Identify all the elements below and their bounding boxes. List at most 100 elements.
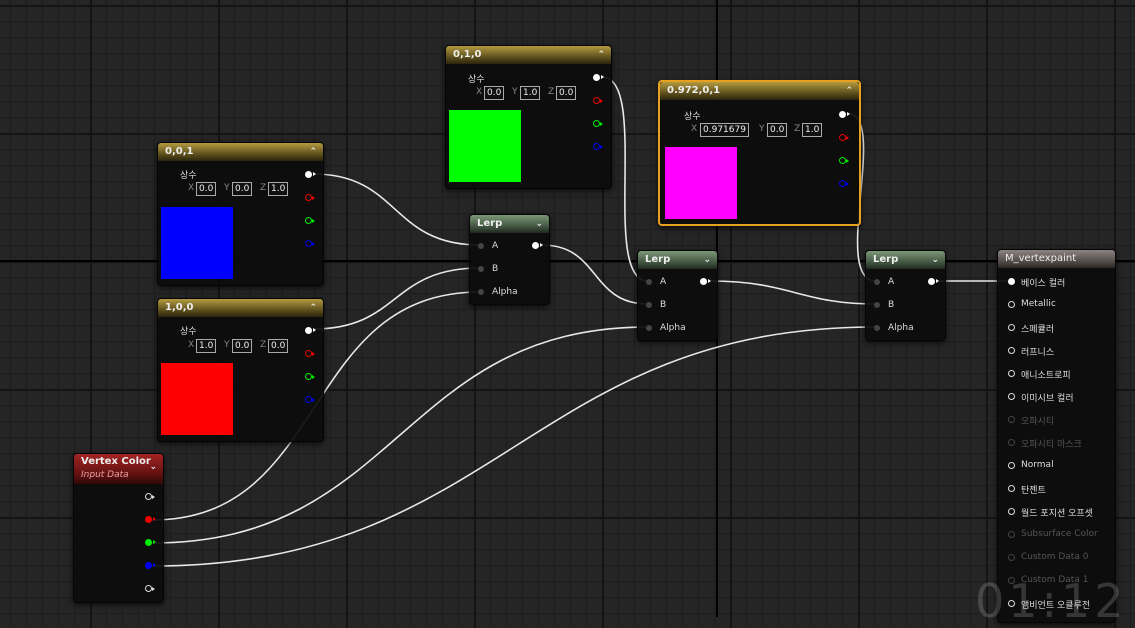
material-input-pin[interactable] — [1008, 485, 1015, 492]
material-input-pin[interactable] — [1008, 324, 1015, 331]
node-header[interactable]: Lerp ⌄ — [638, 251, 717, 269]
node-header[interactable]: 1,0,0 ⌃ — [158, 299, 323, 317]
node-title: Lerp — [477, 218, 503, 229]
output-pin[interactable] — [700, 278, 711, 285]
input-label-b: B — [888, 300, 895, 310]
collapse-chevron-icon[interactable]: ⌃ — [309, 299, 317, 317]
material-input-pin[interactable] — [1008, 416, 1015, 423]
node-header[interactable]: 0,0,1 ⌃ — [158, 143, 323, 161]
output-pin[interactable] — [532, 242, 543, 249]
z-value-field[interactable]: 1.0 — [268, 182, 289, 196]
output-pin-blue[interactable] — [305, 396, 315, 403]
y-label: Y — [224, 183, 230, 193]
output-pin-red[interactable] — [305, 350, 315, 357]
material-input-label: 베이스 컬러 — [1021, 279, 1066, 289]
output-pin-rgb[interactable] — [145, 493, 155, 500]
collapse-chevron-icon[interactable]: ⌄ — [535, 215, 543, 233]
material-input-pin[interactable] — [1008, 278, 1015, 285]
z-label: Z — [548, 87, 555, 97]
output-pin-rgb[interactable] — [305, 171, 316, 178]
node-header[interactable]: Vertex Color Input Data ⌄ — [74, 454, 163, 484]
constant-node-0-0-1[interactable]: 0,0,1 ⌃ 상수 X 0.0 Y 0.0 Z 1.0 — [157, 142, 324, 286]
output-pin-green[interactable] — [839, 157, 849, 164]
output-pin[interactable] — [928, 278, 939, 285]
color-swatch — [449, 110, 521, 182]
output-pin-green[interactable] — [305, 373, 315, 380]
lerp-node-2[interactable]: Lerp ⌄ A B Alpha — [637, 250, 718, 341]
output-pin-alpha[interactable] — [145, 585, 155, 592]
input-pin-alpha[interactable] — [478, 289, 484, 295]
output-pin-red[interactable] — [305, 194, 315, 201]
node-header[interactable]: Lerp ⌄ — [470, 215, 549, 233]
output-pin-red[interactable] — [593, 97, 603, 104]
y-value-field[interactable]: 1.0 — [520, 86, 541, 100]
material-input-label: Metallic — [1021, 299, 1056, 309]
material-input-pin[interactable] — [1008, 370, 1015, 377]
x-label: X — [188, 340, 195, 350]
input-label-a: A — [888, 277, 895, 287]
collapse-chevron-icon[interactable]: ⌄ — [703, 251, 711, 269]
z-value-field[interactable]: 0.0 — [556, 86, 577, 100]
color-swatch — [161, 207, 233, 279]
x-value-field[interactable]: 1.0 — [196, 339, 217, 353]
collapse-chevron-icon[interactable]: ⌄ — [149, 459, 157, 475]
material-result-node[interactable]: M_vertexpaint 베이스 컬러 Metallic 스페큘러 러프니스 애니소트… — [997, 249, 1116, 623]
material-input-pin[interactable] — [1008, 347, 1015, 354]
output-pin-green[interactable] — [305, 217, 315, 224]
material-input-pin[interactable] — [1008, 508, 1015, 515]
x-value-field[interactable]: 0.971679 — [700, 123, 749, 137]
material-input-label: Custom Data 0 — [1021, 552, 1089, 562]
input-pin-b[interactable] — [646, 302, 652, 308]
node-header[interactable]: M_vertexpaint — [998, 250, 1115, 268]
output-pin-rgb[interactable] — [305, 327, 316, 334]
collapse-chevron-icon[interactable]: ⌃ — [309, 143, 317, 161]
x-value-field[interactable]: 0.0 — [484, 86, 505, 100]
constant-node-0-972-0-1[interactable]: 0.972,0,1 ⌃ 상수 X 0.971679 Y 0.0 Z 1.0 — [658, 80, 861, 226]
y-value-field[interactable]: 0.0 — [232, 339, 253, 353]
material-input-pin[interactable] — [1008, 439, 1015, 446]
material-input-pin[interactable] — [1008, 462, 1015, 469]
x-value-field[interactable]: 0.0 — [196, 182, 217, 196]
output-pin-blue[interactable] — [305, 240, 315, 247]
input-pin-alpha[interactable] — [646, 325, 652, 331]
material-input-pin[interactable] — [1008, 393, 1015, 400]
output-pin-rgb[interactable] — [593, 74, 604, 81]
material-input-label: 오파시티 마스크 — [1021, 440, 1082, 450]
collapse-chevron-icon[interactable]: ⌄ — [931, 251, 939, 269]
z-value-field[interactable]: 1.0 — [802, 123, 823, 137]
node-header[interactable]: Lerp ⌄ — [866, 251, 945, 269]
input-pin-a[interactable] — [478, 243, 484, 249]
z-value-field[interactable]: 0.0 — [268, 339, 289, 353]
output-pin-red[interactable] — [839, 134, 849, 141]
input-pin-alpha[interactable] — [874, 325, 880, 331]
output-pin-green[interactable] — [593, 120, 603, 127]
collapse-chevron-icon[interactable]: ⌃ — [597, 46, 605, 64]
input-label-a: A — [660, 277, 667, 287]
input-pin-b[interactable] — [478, 266, 484, 272]
output-pin-blue[interactable] — [593, 143, 603, 150]
y-value-field[interactable]: 0.0 — [767, 123, 788, 137]
y-value-field[interactable]: 0.0 — [232, 182, 253, 196]
output-pin-blue[interactable] — [145, 562, 156, 569]
constant-node-1-0-0[interactable]: 1,0,0 ⌃ 상수 X 1.0 Y 0.0 Z 0.0 — [157, 298, 324, 442]
input-pin-a[interactable] — [874, 279, 880, 285]
node-header[interactable]: 0.972,0,1 ⌃ — [660, 82, 859, 100]
constant-node-0-1-0[interactable]: 0,1,0 ⌃ 상수 X 0.0 Y 1.0 Z 0.0 — [445, 45, 612, 189]
output-pin-red[interactable] — [145, 516, 156, 523]
material-input-pin[interactable] — [1008, 531, 1015, 538]
lerp-node-1[interactable]: Lerp ⌄ A B Alpha — [469, 214, 550, 305]
material-input-label: 이미시브 컬러 — [1021, 394, 1074, 404]
input-pin-a[interactable] — [646, 279, 652, 285]
node-title: 0.972,0,1 — [667, 85, 721, 96]
material-input-pin[interactable] — [1008, 301, 1015, 308]
output-pin-green[interactable] — [145, 539, 156, 546]
output-pin-rgb[interactable] — [839, 111, 850, 118]
output-pin-blue[interactable] — [839, 180, 849, 187]
lerp-node-3[interactable]: Lerp ⌄ A B Alpha — [865, 250, 946, 341]
z-label: Z — [260, 340, 267, 350]
input-pin-b[interactable] — [874, 302, 880, 308]
node-header[interactable]: 0,1,0 ⌃ — [446, 46, 611, 64]
material-input-pin[interactable] — [1008, 554, 1015, 561]
vertex-color-node[interactable]: Vertex Color Input Data ⌄ — [73, 453, 164, 603]
collapse-chevron-icon[interactable]: ⌃ — [845, 82, 853, 100]
